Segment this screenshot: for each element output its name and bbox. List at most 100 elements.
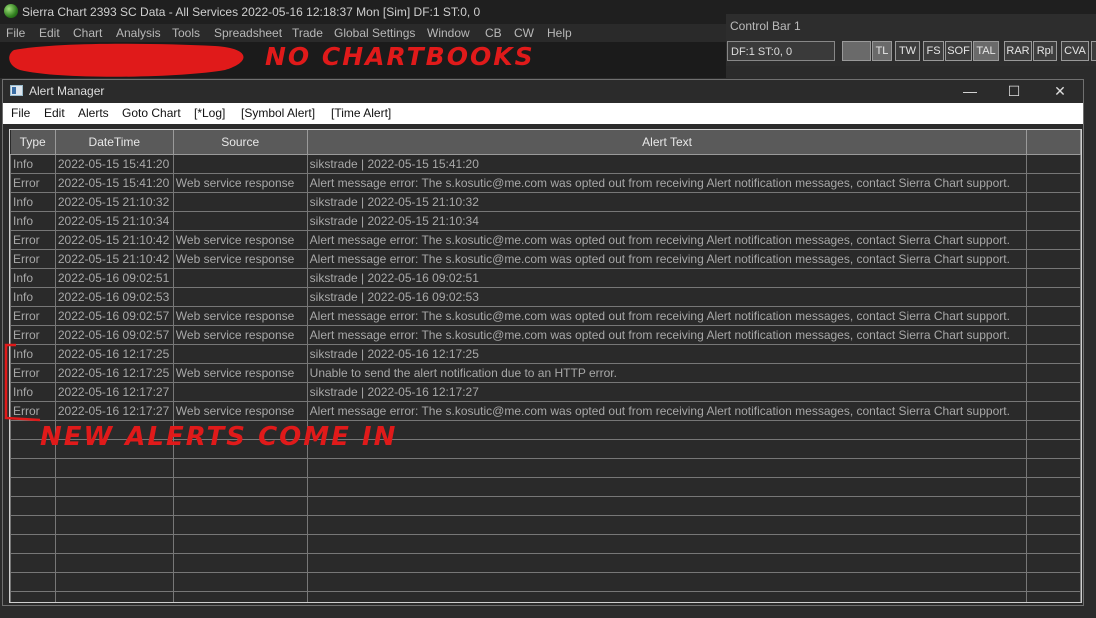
empty-table-row[interactable] bbox=[10, 591, 1081, 602]
cell-source bbox=[172, 287, 308, 307]
cell-type: Error bbox=[10, 173, 56, 193]
control-bar-df-field[interactable]: DF:1 ST:0, 0 bbox=[727, 41, 835, 61]
cell-source bbox=[172, 382, 308, 402]
cell-source: Web service response bbox=[172, 363, 308, 383]
empty-cell bbox=[1026, 477, 1081, 497]
column-header-extra[interactable] bbox=[1026, 130, 1081, 155]
table-row[interactable]: Error 2022-05-15 21:10:42 Web service resp… bbox=[10, 230, 1081, 250]
cell-extra bbox=[1026, 401, 1081, 421]
control-bar-button-tal[interactable]: TAL bbox=[973, 41, 999, 61]
cell-source: Web service response bbox=[172, 325, 308, 345]
menu-spreadsheet[interactable]: Spreadsheet bbox=[214, 24, 282, 42]
empty-table-row[interactable] bbox=[10, 534, 1081, 554]
cell-extra bbox=[1026, 287, 1081, 307]
column-header-source[interactable]: Source bbox=[173, 130, 308, 155]
empty-table-row[interactable] bbox=[10, 572, 1081, 592]
am-menu-file[interactable]: File bbox=[11, 103, 30, 124]
control-bar-button-sof[interactable]: SOF bbox=[945, 41, 972, 61]
menu-file[interactable]: File bbox=[6, 24, 25, 42]
main-window-title: Sierra Chart 2393 SC Data - All Services… bbox=[22, 5, 481, 19]
menu-window[interactable]: Window bbox=[427, 24, 470, 42]
empty-table-row[interactable] bbox=[10, 553, 1081, 573]
control-bar-button-1[interactable] bbox=[842, 41, 871, 61]
cell-alert-text: sikstrade | 2022-05-16 12:17:27 bbox=[306, 382, 1028, 402]
cell-type: Error bbox=[10, 325, 56, 345]
cell-datetime: 2022-05-16 12:17:25 bbox=[54, 344, 174, 364]
am-menu-log[interactable]: [*Log] bbox=[194, 103, 225, 124]
table-row[interactable]: Info 2022-05-16 09:02:51 sikstrade | 2022-… bbox=[10, 268, 1081, 288]
menu-analysis[interactable]: Analysis bbox=[116, 24, 161, 42]
empty-cell bbox=[54, 534, 174, 554]
empty-cell bbox=[306, 572, 1028, 592]
alert-grid[interactable]: Type DateTime Source Alert Text Info 2022… bbox=[9, 129, 1082, 603]
menu-help[interactable]: Help bbox=[547, 24, 572, 42]
control-bar-button-rar[interactable]: RAR bbox=[1004, 41, 1032, 61]
menu-global-settings[interactable]: Global Settings bbox=[334, 24, 415, 42]
close-icon[interactable]: ✕ bbox=[1037, 80, 1083, 102]
menu-chart[interactable]: Chart bbox=[73, 24, 102, 42]
menu-tools[interactable]: Tools bbox=[172, 24, 200, 42]
minimize-icon[interactable]: — bbox=[947, 80, 993, 102]
table-row[interactable]: Error 2022-05-16 09:02:57 Web service resp… bbox=[10, 306, 1081, 326]
control-bar: Control Bar 1 DF:1 ST:0, 0 TL TW FS SOF … bbox=[726, 14, 1096, 66]
cell-type: Info bbox=[10, 382, 56, 402]
menu-edit[interactable]: Edit bbox=[39, 24, 60, 42]
column-header-datetime[interactable]: DateTime bbox=[55, 130, 174, 155]
am-menu-edit[interactable]: Edit bbox=[44, 103, 65, 124]
cell-datetime: 2022-05-16 09:02:57 bbox=[54, 325, 174, 345]
menu-cw[interactable]: CW bbox=[514, 24, 534, 42]
control-bar-button-overflow[interactable] bbox=[1091, 41, 1096, 61]
table-row[interactable]: Error 2022-05-16 12:17:27 Web service resp… bbox=[10, 401, 1081, 421]
cell-datetime: 2022-05-15 21:10:42 bbox=[54, 230, 174, 250]
empty-cell bbox=[1026, 496, 1081, 516]
table-row[interactable]: Info 2022-05-15 15:41:20 sikstrade | 2022-… bbox=[10, 154, 1081, 174]
empty-cell bbox=[306, 458, 1028, 478]
column-header-alert-text[interactable]: Alert Text bbox=[307, 130, 1028, 155]
table-row[interactable]: Info 2022-05-16 12:17:25 sikstrade | 2022-… bbox=[10, 344, 1081, 364]
table-row[interactable]: Error 2022-05-15 15:41:20 Web service resp… bbox=[10, 173, 1081, 193]
table-row[interactable]: Info 2022-05-15 21:10:32 sikstrade | 2022-… bbox=[10, 192, 1081, 212]
am-menu-time-alert[interactable]: [Time Alert] bbox=[331, 103, 391, 124]
table-row[interactable]: Info 2022-05-16 09:02:53 sikstrade | 2022-… bbox=[10, 287, 1081, 307]
cell-extra bbox=[1026, 363, 1081, 383]
empty-cell bbox=[1026, 553, 1081, 573]
empty-cell bbox=[10, 572, 56, 592]
am-menu-alerts[interactable]: Alerts bbox=[78, 103, 109, 124]
empty-cell bbox=[54, 496, 174, 516]
empty-cell bbox=[1026, 420, 1081, 440]
control-bar-button-tl[interactable]: TL bbox=[872, 41, 892, 61]
column-header-type[interactable]: Type bbox=[10, 130, 56, 155]
table-row[interactable]: Info 2022-05-16 12:17:27 sikstrade | 2022-… bbox=[10, 382, 1081, 402]
am-menu-symbol-alert[interactable]: [Symbol Alert] bbox=[241, 103, 315, 124]
alert-manager-title-bar[interactable]: Alert Manager — ☐ ✕ bbox=[3, 80, 1083, 102]
control-bar-button-cva[interactable]: CVA bbox=[1061, 41, 1089, 61]
empty-table-row[interactable] bbox=[10, 477, 1081, 497]
empty-cell bbox=[306, 439, 1028, 459]
control-bar-button-fs[interactable]: FS bbox=[923, 41, 944, 61]
am-menu-goto-chart[interactable]: Goto Chart bbox=[122, 103, 181, 124]
empty-table-row[interactable] bbox=[10, 496, 1081, 516]
empty-table-row[interactable] bbox=[10, 515, 1081, 535]
control-bar-button-tw[interactable]: TW bbox=[895, 41, 920, 61]
cell-source: Web service response bbox=[172, 230, 308, 250]
menu-trade[interactable]: Trade bbox=[292, 24, 323, 42]
cell-source bbox=[172, 268, 308, 288]
menu-cb[interactable]: CB bbox=[485, 24, 502, 42]
table-row[interactable]: Info 2022-05-15 21:10:34 sikstrade | 2022-… bbox=[10, 211, 1081, 231]
cell-type: Error bbox=[10, 363, 56, 383]
empty-cell bbox=[10, 534, 56, 554]
empty-cell bbox=[54, 553, 174, 573]
window-app-icon bbox=[10, 85, 23, 96]
empty-cell bbox=[306, 515, 1028, 535]
table-row[interactable]: Error 2022-05-15 21:10:42 Web service resp… bbox=[10, 249, 1081, 269]
empty-cell bbox=[1026, 591, 1081, 602]
table-row[interactable]: Error 2022-05-16 12:17:25 Web service resp… bbox=[10, 363, 1081, 383]
alert-manager-title: Alert Manager bbox=[29, 84, 105, 98]
empty-cell bbox=[54, 477, 174, 497]
maximize-icon[interactable]: ☐ bbox=[991, 80, 1037, 102]
cell-type: Error bbox=[10, 401, 56, 421]
table-row[interactable]: Error 2022-05-16 09:02:57 Web service resp… bbox=[10, 325, 1081, 345]
empty-table-row[interactable] bbox=[10, 458, 1081, 478]
cell-type: Error bbox=[10, 230, 56, 250]
control-bar-button-rpl[interactable]: Rpl bbox=[1033, 41, 1057, 61]
